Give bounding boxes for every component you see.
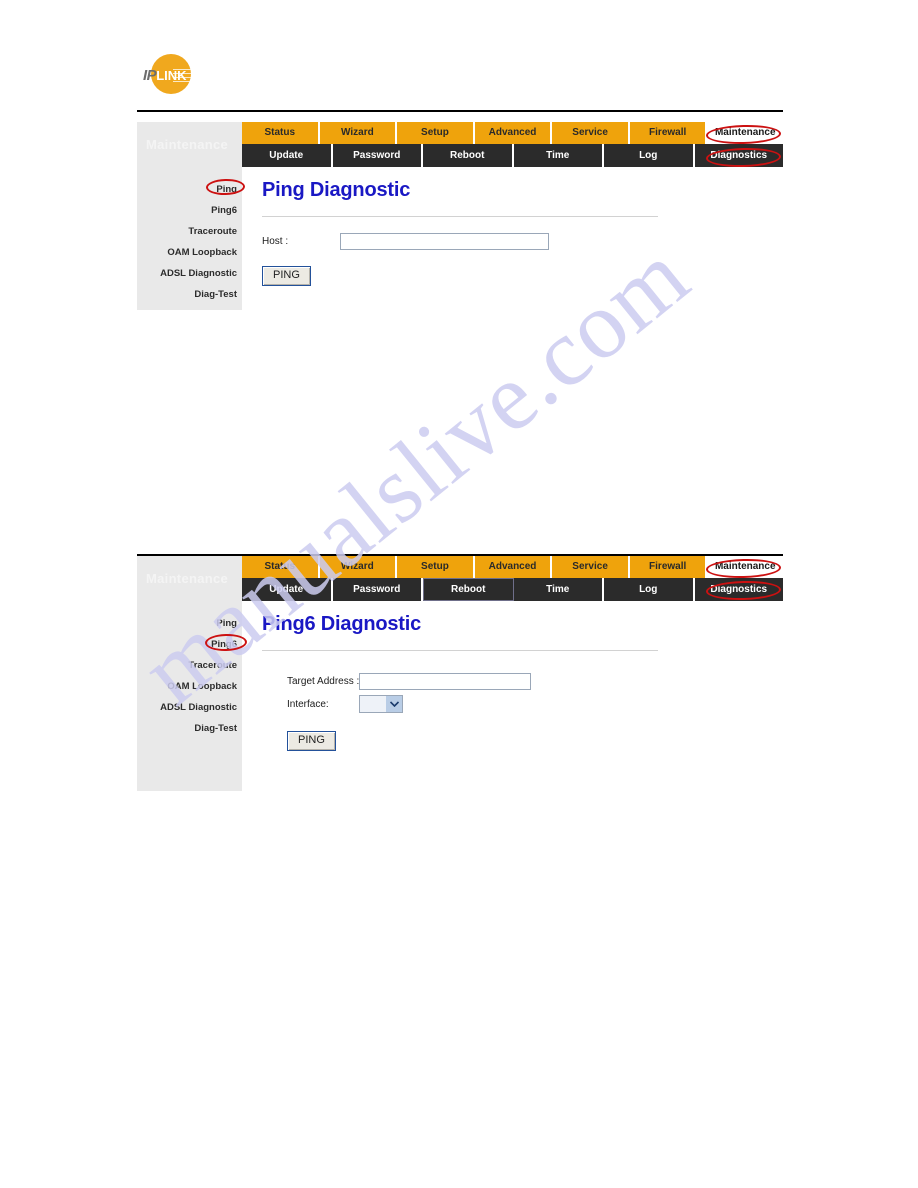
- panel-body: Ping Ping6 Traceroute OAM Loopback ADSL …: [137, 601, 783, 791]
- host-row: Host :: [262, 233, 783, 250]
- content-area: Ping6 Diagnostic Target Address : Interf…: [242, 601, 783, 791]
- target-address-label: Target Address :: [287, 676, 360, 687]
- target-address-row: Target Address :: [287, 673, 783, 690]
- router-ui-panel-ping: Maintenance Status Wizard Setup Advanced…: [137, 122, 784, 310]
- primary-nav: Status Wizard Setup Advanced Service Fir…: [242, 122, 784, 144]
- tab-password[interactable]: Password: [332, 144, 423, 167]
- tab-setup[interactable]: Setup: [397, 556, 475, 578]
- tab-wizard[interactable]: Wizard: [319, 556, 398, 578]
- panel-header: Maintenance Status Wizard Setup Advanced…: [137, 122, 784, 167]
- tab-status[interactable]: Status: [242, 122, 320, 144]
- logo-text-link: LINK: [156, 68, 187, 83]
- brand-label: Maintenance: [137, 122, 242, 167]
- content-area: Ping Diagnostic Host : PING: [242, 167, 783, 310]
- tab-wizard[interactable]: Wizard: [319, 122, 398, 144]
- sidebar-item-ping6[interactable]: Ping6: [137, 634, 242, 655]
- iplink-logo: IPLINK: [143, 52, 197, 98]
- sidebar-item-ping[interactable]: Ping: [137, 613, 242, 634]
- tab-diagnostics[interactable]: Diagnostics: [694, 578, 783, 601]
- panel-header: Maintenance Status Wizard Setup Advanced…: [137, 556, 784, 601]
- interface-row: Interface:: [287, 695, 783, 713]
- sidebar-item-traceroute[interactable]: Traceroute: [137, 221, 242, 242]
- tab-log[interactable]: Log: [604, 578, 695, 601]
- tab-log[interactable]: Log: [604, 144, 695, 167]
- tab-firewall[interactable]: Firewall: [629, 556, 708, 578]
- sidebar-item-ping[interactable]: Ping: [137, 179, 242, 200]
- tab-setup[interactable]: Setup: [397, 122, 475, 144]
- sidebar-item-adsl-diagnostic[interactable]: ADSL Diagnostic: [137, 263, 242, 284]
- tab-reboot[interactable]: Reboot: [423, 144, 514, 167]
- logo-wordmark: IPLINK: [143, 68, 187, 83]
- sidebar-item-oam-loopback[interactable]: OAM Loopback: [137, 676, 242, 697]
- tab-maintenance[interactable]: Maintenance: [707, 556, 784, 578]
- ping6-form: Target Address : Interface:: [242, 651, 783, 713]
- primary-nav: Status Wizard Setup Advanced Service Fir…: [242, 556, 784, 578]
- sidebar-item-oam-loopback[interactable]: OAM Loopback: [137, 242, 242, 263]
- tab-update[interactable]: Update: [242, 144, 333, 167]
- sidebar-item-diag-test[interactable]: Diag-Test: [137, 718, 242, 739]
- target-address-input[interactable]: [359, 673, 531, 690]
- tab-update[interactable]: Update: [242, 578, 333, 601]
- chevron-down-icon: [386, 696, 402, 712]
- tab-advanced[interactable]: Advanced: [474, 122, 553, 144]
- sidebar: Ping Ping6 Traceroute OAM Loopback ADSL …: [137, 167, 242, 310]
- nav-columns: Status Wizard Setup Advanced Service Fir…: [242, 556, 784, 601]
- ping-button[interactable]: PING: [287, 731, 336, 751]
- ping-button-wrap: PING: [242, 254, 783, 286]
- host-label: Host :: [262, 236, 289, 247]
- sidebar-item-traceroute[interactable]: Traceroute: [137, 655, 242, 676]
- tab-advanced[interactable]: Advanced: [474, 556, 553, 578]
- ping6-button-wrap: PING: [242, 717, 783, 751]
- host-input[interactable]: [340, 233, 549, 250]
- sidebar-item-diag-test[interactable]: Diag-Test: [137, 284, 242, 305]
- sidebar-item-adsl-diagnostic[interactable]: ADSL Diagnostic: [137, 697, 242, 718]
- tab-reboot[interactable]: Reboot: [423, 578, 514, 601]
- page-title: Ping Diagnostic: [262, 179, 411, 201]
- interface-select[interactable]: [359, 695, 403, 713]
- sidebar-item-ping6[interactable]: Ping6: [137, 200, 242, 221]
- header-divider-top: [137, 110, 783, 112]
- tab-time[interactable]: Time: [513, 144, 604, 167]
- nav-columns: Status Wizard Setup Advanced Service Fir…: [242, 122, 784, 167]
- brand-label: Maintenance: [137, 556, 242, 601]
- ping-button[interactable]: PING: [262, 266, 311, 286]
- tab-password[interactable]: Password: [332, 578, 423, 601]
- secondary-nav: Update Password Reboot Time Log Diagnost…: [242, 578, 783, 601]
- ping-form: Host :: [242, 217, 783, 250]
- tab-firewall[interactable]: Firewall: [629, 122, 708, 144]
- page-title: Ping6 Diagnostic: [262, 613, 422, 635]
- logo-text-ip: IP: [143, 67, 157, 84]
- tab-time[interactable]: Time: [513, 578, 604, 601]
- tab-service[interactable]: Service: [552, 556, 630, 578]
- tab-service[interactable]: Service: [552, 122, 630, 144]
- sidebar: Ping Ping6 Traceroute OAM Loopback ADSL …: [137, 601, 242, 791]
- interface-label: Interface:: [287, 698, 329, 710]
- tab-diagnostics[interactable]: Diagnostics: [694, 144, 783, 167]
- router-ui-panel-ping6: Maintenance Status Wizard Setup Advanced…: [137, 556, 784, 791]
- panel-body: Ping Ping6 Traceroute OAM Loopback ADSL …: [137, 167, 783, 310]
- tab-status[interactable]: Status: [242, 556, 320, 578]
- tab-maintenance[interactable]: Maintenance: [707, 122, 784, 144]
- secondary-nav: Update Password Reboot Time Log Diagnost…: [242, 144, 783, 167]
